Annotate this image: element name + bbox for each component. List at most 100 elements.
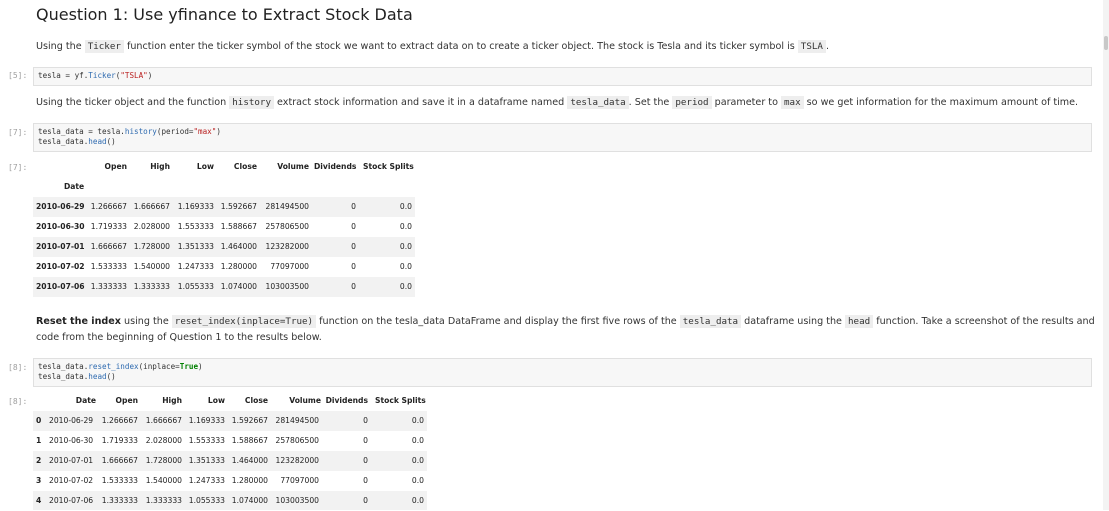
cell-output-prompt: [8]: bbox=[8, 397, 28, 406]
index-date: 2010-07-02 bbox=[36, 262, 85, 271]
code-token: tesla_data. bbox=[38, 362, 89, 371]
cell-close: 1.592667 bbox=[220, 202, 257, 211]
cell-low: 1.351333 bbox=[188, 456, 225, 465]
cell-date: 2010-06-29 bbox=[49, 416, 94, 425]
cell-stock-splits: 0.0 bbox=[399, 202, 412, 211]
cell-dividends: 0 bbox=[351, 262, 356, 271]
code-token: "max" bbox=[193, 127, 217, 136]
cell-stock-splits: 0.0 bbox=[399, 222, 412, 231]
cell-dividends: 0 bbox=[363, 436, 368, 445]
md1-text: . bbox=[825, 41, 829, 52]
code-cell-8[interactable]: tesla_data.reset_index(inplace=True) tes… bbox=[33, 358, 1092, 387]
md2-text: . Set the bbox=[628, 97, 673, 108]
cell-low: 1.055333 bbox=[177, 282, 214, 291]
code-token: Ticker bbox=[88, 71, 116, 80]
cell-low: 1.169333 bbox=[188, 416, 225, 425]
cell-high: 1.728000 bbox=[145, 456, 182, 465]
cell-close: 1.592667 bbox=[231, 416, 268, 425]
column-header: Close bbox=[233, 162, 257, 171]
cell-close: 1.588667 bbox=[220, 222, 257, 231]
cell-close: 1.464000 bbox=[220, 242, 257, 251]
cell-volume: 103003500 bbox=[265, 282, 309, 291]
column-header: Dividends bbox=[314, 162, 357, 171]
cell-date: 2010-06-30 bbox=[49, 436, 94, 445]
cell-close: 1.464000 bbox=[231, 456, 268, 465]
inline-code: period bbox=[672, 96, 712, 109]
markdown-instruction-1: Using the Ticker function enter the tick… bbox=[36, 39, 829, 54]
vertical-scrollbar[interactable] bbox=[1103, 0, 1109, 510]
cell-high: 1.666667 bbox=[133, 202, 170, 211]
dataframe-output-2: Date Open High Low Close Volume Dividend… bbox=[33, 391, 427, 510]
markdown-instruction-2: Using the ticker object and the function… bbox=[36, 95, 1078, 110]
markdown-instruction-3: Reset the index using the reset_index(in… bbox=[36, 314, 1095, 329]
inline-code: tesla_data bbox=[679, 315, 742, 328]
code-token: () bbox=[106, 372, 116, 381]
md3-text: function on the tesla_data DataFrame and… bbox=[316, 316, 680, 327]
md2-text: parameter to bbox=[711, 97, 781, 108]
cell-close: 1.280000 bbox=[220, 262, 257, 271]
cell-open: 1.333333 bbox=[90, 282, 127, 291]
cell-low: 1.247333 bbox=[188, 476, 225, 485]
index-date: 2010-07-01 bbox=[36, 242, 85, 251]
cell-open: 1.719333 bbox=[90, 222, 127, 231]
table-row: 2010-07-02 1.533333 1.540000 1.247333 1.… bbox=[33, 257, 415, 277]
column-header: Volume bbox=[289, 396, 321, 405]
cell-volume: 103003500 bbox=[275, 496, 319, 505]
code-line: tesla_data.head() bbox=[38, 372, 1087, 382]
column-header: Low bbox=[207, 396, 225, 405]
index-date: 2010-06-29 bbox=[36, 202, 85, 211]
code-cell-5[interactable]: tesla = yf.Ticker("TSLA") bbox=[33, 67, 1092, 86]
code-token: (inplace= bbox=[138, 362, 180, 371]
cell-date: 2010-07-01 bbox=[49, 456, 94, 465]
table-row: 2010-06-29 1.266667 1.666667 1.169333 1.… bbox=[33, 197, 415, 217]
index-number: 4 bbox=[36, 496, 42, 505]
cell-high: 2.028000 bbox=[145, 436, 182, 445]
code-token: history bbox=[124, 127, 157, 136]
cell-low: 1.247333 bbox=[177, 262, 214, 271]
table-header-row: Open High Low Close Volume Dividends Sto… bbox=[33, 157, 415, 177]
md2-text: Using the ticker object and the function bbox=[36, 97, 230, 108]
code-cell-7[interactable]: tesla_data = tesla.history(period="max")… bbox=[33, 123, 1092, 152]
index-number: 1 bbox=[36, 436, 42, 445]
cell-dividends: 0 bbox=[351, 242, 356, 251]
cell-low: 1.055333 bbox=[188, 496, 225, 505]
cell-date: 2010-07-02 bbox=[49, 476, 94, 485]
dataframe-output-1: Open High Low Close Volume Dividends Sto… bbox=[33, 157, 415, 297]
index-date: 2010-06-30 bbox=[36, 222, 85, 231]
cell-dividends: 0 bbox=[351, 282, 356, 291]
column-header: Low bbox=[196, 162, 214, 171]
cell-close: 1.074000 bbox=[231, 496, 268, 505]
cell-high: 1.728000 bbox=[133, 242, 170, 251]
cell-close: 1.588667 bbox=[231, 436, 268, 445]
column-header: Open bbox=[104, 162, 127, 171]
question-heading: Question 1: Use yfinance to Extract Stoc… bbox=[36, 5, 413, 24]
code-token: reset_index bbox=[88, 362, 139, 371]
cell-open: 1.533333 bbox=[101, 476, 138, 485]
cell-date: 2010-07-06 bbox=[49, 496, 94, 505]
cell-open: 1.719333 bbox=[101, 436, 138, 445]
code-token: True bbox=[179, 362, 199, 371]
table-header-row: Date Open High Low Close Volume Dividend… bbox=[33, 391, 427, 411]
md1-text: Using the bbox=[36, 41, 85, 52]
code-token: ) bbox=[147, 71, 153, 80]
markdown-instruction-3-line2: code from the beginning of Question 1 to… bbox=[36, 332, 322, 343]
code-token: tesla_data. bbox=[38, 372, 89, 381]
cell-dividends: 0 bbox=[363, 476, 368, 485]
table-row: 4 2010-07-06 1.333333 1.333333 1.055333 … bbox=[33, 491, 427, 510]
scrollbar-thumb[interactable] bbox=[1104, 36, 1108, 50]
code-token: head bbox=[88, 372, 107, 381]
table-row: 2010-07-06 1.333333 1.333333 1.055333 1.… bbox=[33, 277, 415, 297]
cell-close: 1.280000 bbox=[231, 476, 268, 485]
code-token: head bbox=[88, 137, 107, 146]
cell-volume: 281494500 bbox=[265, 202, 309, 211]
cell-dividends: 0 bbox=[351, 202, 356, 211]
inline-code: max bbox=[781, 96, 804, 109]
column-header: Stock Splits bbox=[363, 162, 414, 171]
cell-volume: 123282000 bbox=[265, 242, 309, 251]
md3-bold: Reset the index bbox=[36, 316, 121, 327]
cell-open: 1.266667 bbox=[101, 416, 138, 425]
cell-volume: 257806500 bbox=[275, 436, 319, 445]
cell-dividends: 0 bbox=[351, 222, 356, 231]
cell-dividends: 0 bbox=[363, 496, 368, 505]
column-header: Date bbox=[75, 396, 96, 405]
